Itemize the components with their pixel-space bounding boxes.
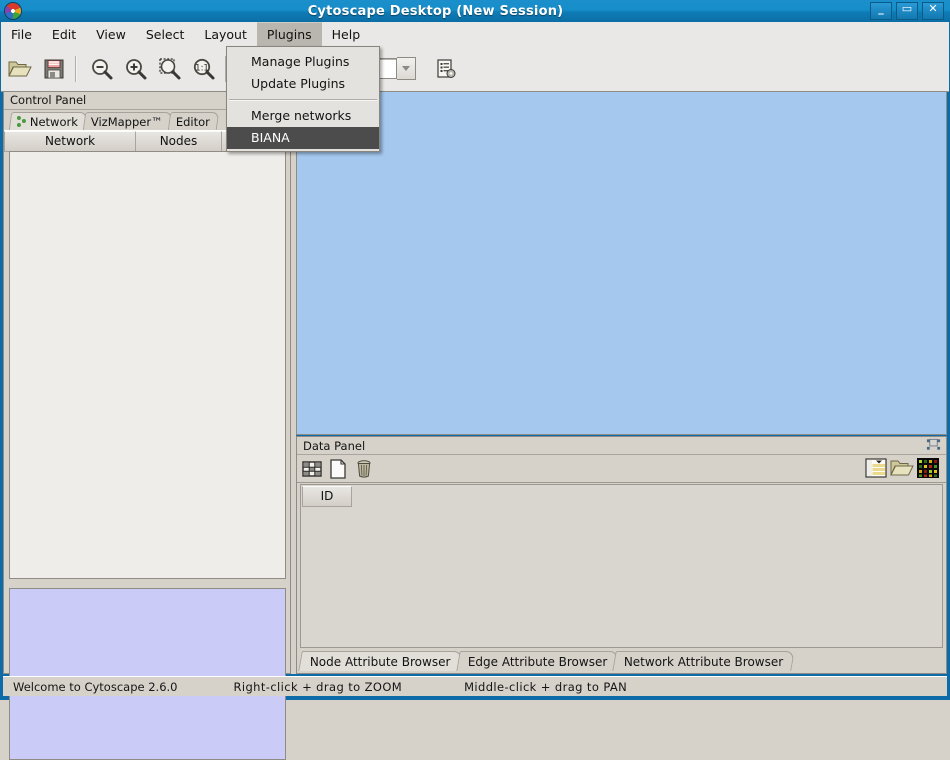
- menu-select[interactable]: Select: [136, 22, 195, 46]
- import-folder-button[interactable]: [890, 456, 914, 480]
- close-icon: ✕: [923, 2, 943, 16]
- data-panel-header: Data Panel: [297, 437, 946, 455]
- tab-edge-attribute-browser-label: Edge Attribute Browser: [467, 655, 606, 669]
- zoom-out-icon: [90, 57, 114, 81]
- open-folder-icon: [8, 58, 32, 80]
- script-settings-button[interactable]: [430, 53, 461, 84]
- toolbar-separator: [75, 56, 77, 82]
- minimize-button[interactable]: _: [870, 2, 892, 20]
- menu-bar: File Edit View Select Layout Plugins Hel…: [1, 22, 949, 47]
- status-hint-pan: Middle-click + drag to PAN: [464, 680, 627, 694]
- zoom-selected-button[interactable]: [154, 53, 185, 84]
- network-canvas[interactable]: [296, 91, 947, 435]
- tab-editor-label: Editor: [176, 115, 210, 129]
- document-settings-icon: [435, 58, 457, 80]
- chevron-down-icon: [402, 66, 410, 71]
- menu-file[interactable]: File: [1, 22, 42, 46]
- network-navigator-panel[interactable]: [9, 588, 286, 760]
- import-folder-icon: [890, 458, 914, 478]
- data-panel-toolbar: [297, 455, 946, 483]
- tab-network[interactable]: Network: [9, 112, 88, 130]
- tab-vizmapper-label: VizMapper™: [91, 115, 163, 129]
- menu-plugins[interactable]: Plugins: [257, 22, 322, 46]
- table-options-icon: [865, 458, 887, 478]
- zoom-actual-size-button[interactable]: 1:1: [188, 53, 219, 84]
- window-title: Cytoscape Desktop (New Session): [1, 4, 870, 19]
- menu-separator: [229, 99, 377, 101]
- heatmap-button[interactable]: [916, 456, 940, 480]
- tab-network-label: Network: [30, 115, 78, 129]
- cytoscape-desktop-window: Cytoscape Desktop (New Session) _ ▭ ✕ Fi…: [0, 0, 950, 700]
- network-tree-list[interactable]: [9, 151, 286, 579]
- menu-edit[interactable]: Edit: [42, 22, 86, 46]
- open-folder-button[interactable]: [4, 53, 35, 84]
- window-controls: _ ▭ ✕: [870, 2, 944, 20]
- delete-attribute-icon: [354, 459, 374, 479]
- new-attribute-icon: [329, 459, 347, 479]
- heatmap-icon: [917, 458, 939, 478]
- table-options-button[interactable]: [864, 456, 888, 480]
- tab-node-attribute-browser[interactable]: Node Attribute Browser: [298, 651, 462, 671]
- tab-vizmapper[interactable]: VizMapper™: [83, 112, 172, 130]
- tab-node-attribute-browser-label: Node Attribute Browser: [310, 655, 451, 669]
- maximize-icon: ▭: [897, 2, 917, 16]
- select-table-icon: [302, 460, 322, 478]
- status-message: Welcome to Cytoscape 2.6.0: [13, 680, 178, 694]
- menu-item-merge-networks[interactable]: Merge networks: [227, 105, 379, 127]
- data-panel-tabs: Node Attribute Browser Edge Attribute Br…: [300, 650, 790, 671]
- tab-network-attribute-browser[interactable]: Network Attribute Browser: [612, 651, 795, 671]
- tab-network-attribute-browser-label: Network Attribute Browser: [624, 655, 783, 669]
- delete-attribute-button[interactable]: [352, 457, 376, 481]
- menu-layout[interactable]: Layout: [194, 22, 257, 46]
- column-header-network[interactable]: Network: [4, 131, 136, 152]
- maximize-button[interactable]: ▭: [896, 2, 918, 20]
- zoom-in-button[interactable]: [120, 53, 151, 84]
- save-session-icon: [43, 58, 65, 80]
- status-bar: Welcome to Cytoscape 2.6.0 Right-click +…: [3, 676, 947, 696]
- select-table-button[interactable]: [300, 457, 324, 481]
- save-session-button[interactable]: [38, 53, 69, 84]
- column-header-id[interactable]: ID: [302, 486, 352, 507]
- data-panel-right-buttons: [864, 456, 942, 480]
- zoom-out-button[interactable]: [86, 53, 117, 84]
- zoom-in-icon: [124, 57, 148, 81]
- new-attribute-button[interactable]: [326, 457, 350, 481]
- zoom-actual-size-icon: 1:1: [192, 57, 216, 81]
- network-graph-icon: [17, 116, 27, 127]
- attribute-table[interactable]: ID: [300, 484, 943, 648]
- control-panel: Control Panel Network VizMapper™ Editor …: [3, 91, 291, 674]
- tab-editor[interactable]: Editor: [167, 112, 219, 130]
- title-bar: Cytoscape Desktop (New Session) _ ▭ ✕: [0, 0, 950, 22]
- data-panel-title: Data Panel: [303, 439, 365, 453]
- search-dropdown-button[interactable]: [397, 57, 416, 80]
- menu-item-biana[interactable]: BIANA: [227, 127, 379, 149]
- menu-item-manage-plugins[interactable]: Manage Plugins: [227, 51, 379, 73]
- menu-help[interactable]: Help: [322, 22, 371, 46]
- status-hint-zoom: Right-click + drag to ZOOM: [234, 680, 403, 694]
- minimize-icon: _: [871, 2, 891, 16]
- menu-view[interactable]: View: [86, 22, 136, 46]
- data-panel: Data Panel: [296, 436, 947, 674]
- menu-item-update-plugins[interactable]: Update Plugins: [227, 73, 379, 95]
- close-button[interactable]: ✕: [922, 2, 944, 20]
- main-toolbar: 1:1 Search:: [1, 46, 949, 92]
- plugins-dropdown-menu: Manage Plugins Update Plugins Merge netw…: [226, 46, 380, 152]
- zoom-selected-icon: [158, 57, 182, 81]
- undock-icon[interactable]: [926, 438, 941, 452]
- column-header-nodes[interactable]: Nodes: [135, 131, 222, 152]
- tab-edge-attribute-browser[interactable]: Edge Attribute Browser: [456, 651, 619, 671]
